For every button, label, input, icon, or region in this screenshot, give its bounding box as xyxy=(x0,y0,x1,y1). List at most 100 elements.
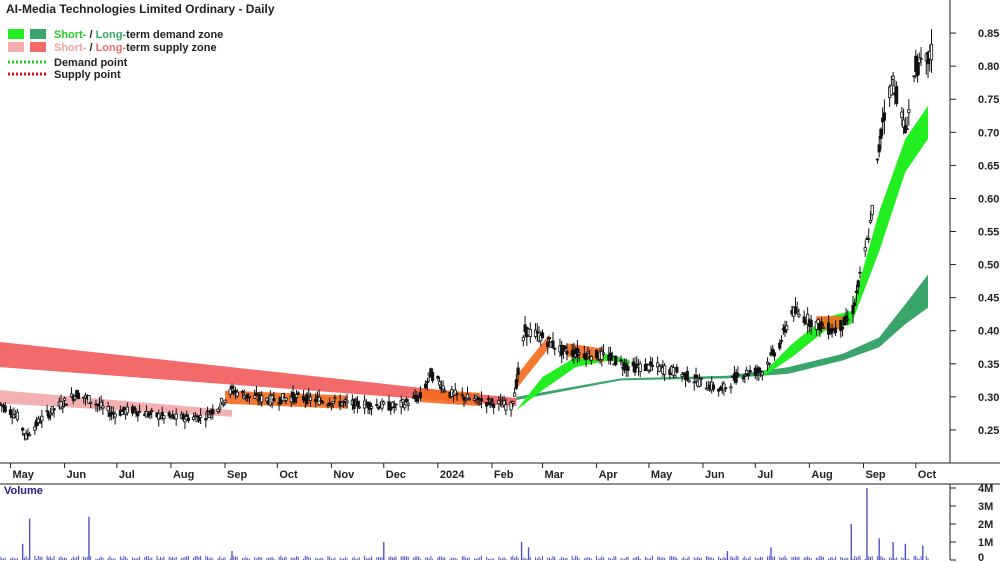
candle-body xyxy=(675,366,679,373)
candle-body xyxy=(38,421,42,424)
legend: Short- / Long-term demand zoneShort- / L… xyxy=(8,29,223,81)
candle-body xyxy=(199,414,203,418)
candle-body xyxy=(833,327,838,333)
candle-body xyxy=(820,321,824,326)
candle-body xyxy=(150,410,154,413)
candle-body xyxy=(816,319,820,324)
chart-title: AI-Media Technologies Limited Ordinary -… xyxy=(6,2,275,16)
candle-body xyxy=(697,378,702,387)
legend-part: / xyxy=(86,42,95,54)
candle-body xyxy=(3,405,7,412)
candle-body xyxy=(167,412,171,417)
candle-body xyxy=(207,414,211,418)
candle-body xyxy=(643,364,648,372)
candle-body xyxy=(610,355,614,358)
candle-body xyxy=(460,394,464,397)
price-tick-label: 0.40 xyxy=(978,326,999,338)
volume-tick-label: 3M xyxy=(978,501,993,513)
candle-body xyxy=(40,415,44,422)
candle-body xyxy=(767,363,771,365)
candle-body xyxy=(431,372,435,381)
candle-body xyxy=(205,410,210,413)
candle-body xyxy=(183,418,187,423)
long-demand-swatch xyxy=(30,29,46,39)
candle-body xyxy=(724,387,728,390)
candle-body xyxy=(846,318,850,321)
volume-panel: Volume 4M 3M 2M 1M 0 xyxy=(0,483,1000,562)
candle-body xyxy=(870,204,874,216)
candle-body xyxy=(62,397,67,401)
candle-body xyxy=(181,413,185,420)
candle-body xyxy=(729,386,733,389)
candle-body xyxy=(424,383,428,389)
time-tick-label: 2024 xyxy=(440,469,465,481)
legend-part: Short- xyxy=(54,42,87,54)
candle-body xyxy=(778,342,782,349)
candle-body xyxy=(436,375,440,379)
candle-body xyxy=(52,408,56,411)
candle-body xyxy=(254,392,259,396)
time-tick-label: Jun xyxy=(67,469,87,481)
candle-body xyxy=(260,395,264,403)
candle-body xyxy=(649,361,653,366)
candle-body xyxy=(694,374,698,379)
candle-body xyxy=(699,377,703,380)
candle-body xyxy=(743,374,747,377)
price-tick-label: 0.65 xyxy=(978,160,999,172)
candle-body xyxy=(854,290,859,294)
candle-body xyxy=(228,388,232,395)
candle-body xyxy=(626,366,630,371)
legend-part: / xyxy=(86,29,95,41)
candle-body xyxy=(479,398,484,402)
candle-body xyxy=(511,401,515,404)
candle-body xyxy=(867,238,871,240)
candle-body xyxy=(795,309,799,312)
candle-body xyxy=(235,391,239,397)
candle-body xyxy=(619,359,623,362)
short-demand-swatch xyxy=(8,29,24,39)
legend-part: term demand zone xyxy=(126,29,223,41)
legend-part: Long- xyxy=(96,29,127,41)
candle-body xyxy=(148,411,152,415)
legend-label: Short- / Long-term supply zone xyxy=(54,42,217,54)
candle-body xyxy=(919,58,923,60)
short-term-demand-zone xyxy=(762,105,929,378)
candle-body xyxy=(464,398,468,401)
short-supply-swatch xyxy=(8,42,24,52)
candle-body xyxy=(488,402,492,406)
candle-body xyxy=(736,373,740,376)
candle-body xyxy=(125,406,129,414)
candle-body xyxy=(663,365,667,375)
candle-body xyxy=(772,352,777,357)
candle-body xyxy=(160,411,164,416)
candle-body xyxy=(645,363,649,366)
candle-body xyxy=(216,408,220,412)
price-tick-label: 0.50 xyxy=(978,260,999,272)
long-term-demand-zone xyxy=(516,274,929,401)
candle-body xyxy=(657,365,661,372)
candle-body xyxy=(692,381,696,384)
candle-body xyxy=(106,406,110,412)
candle-body xyxy=(601,352,606,355)
candle-body xyxy=(521,336,525,342)
candle-body xyxy=(889,84,893,96)
candle-body xyxy=(169,416,173,419)
candle-body xyxy=(840,326,845,330)
candle-body xyxy=(476,396,480,401)
time-tick-label: May xyxy=(12,469,34,481)
candle-body xyxy=(204,418,208,421)
candle-body xyxy=(137,410,142,413)
candle-body xyxy=(687,379,691,383)
candle-body xyxy=(272,398,276,402)
candle-body xyxy=(356,400,360,407)
candle-body xyxy=(136,412,140,417)
candle-body xyxy=(321,401,325,404)
candle-body xyxy=(342,401,346,403)
candle-body xyxy=(369,406,374,409)
candle-body xyxy=(465,393,470,399)
price-tick-label: 0.80 xyxy=(978,61,999,73)
candle-body xyxy=(401,399,405,403)
candle-body xyxy=(877,144,881,153)
candle-body xyxy=(211,409,215,415)
candle-body xyxy=(319,400,323,403)
